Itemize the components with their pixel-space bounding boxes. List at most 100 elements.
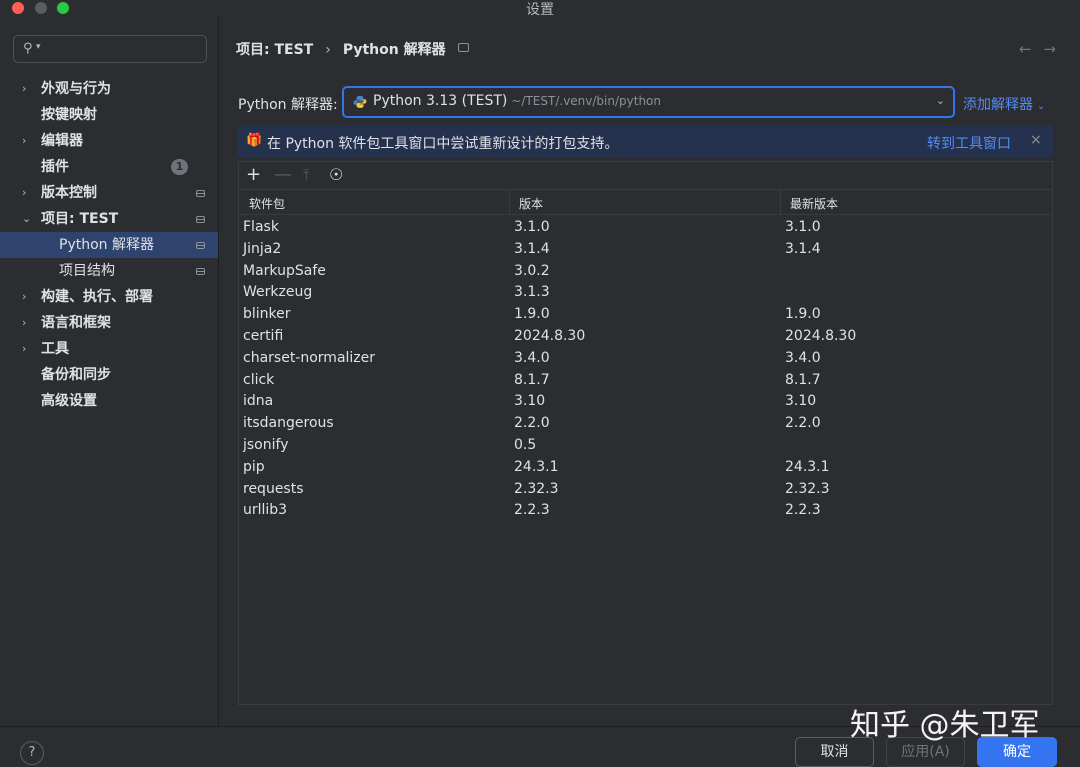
chevron-down-icon[interactable]: ⌄ <box>22 206 31 232</box>
package-latest-version: 8.1.7 <box>785 371 821 388</box>
banner-text: 在 Python 软件包工具窗口中尝试重新设计的打包支持。 <box>267 136 619 152</box>
table-row[interactable]: itsdangerous 2.2.0 2.2.0 <box>239 412 1052 434</box>
interpreter-label: Python 解释器: <box>238 97 338 113</box>
table-row[interactable]: click 8.1.7 8.1.7 <box>239 369 1052 391</box>
breadcrumb: 项目: TEST › Python 解释器 <box>236 39 469 59</box>
close-icon[interactable]: × <box>1030 132 1042 148</box>
sidebar-item-backup-sync[interactable]: 备份和同步 <box>0 362 218 388</box>
chevron-right-icon[interactable]: › <box>22 336 26 362</box>
package-name: Jinja2 <box>243 240 282 257</box>
add-interpreter-button[interactable]: 添加解释器 ⌄ <box>963 94 1045 114</box>
sidebar-item-label: 高级设置 <box>41 393 97 409</box>
package-latest-version: 24.3.1 <box>785 458 830 475</box>
sidebar-item-label: Python 解释器 <box>59 237 154 253</box>
chevron-right-icon[interactable]: › <box>22 310 26 336</box>
sidebar-item-tools[interactable]: › 工具 <box>0 336 218 362</box>
table-row[interactable]: MarkupSafe 3.0.2 <box>239 260 1052 282</box>
chevron-right-icon[interactable]: › <box>22 180 26 206</box>
package-name: idna <box>243 393 274 410</box>
chevron-right-icon[interactable]: › <box>22 76 26 102</box>
help-button[interactable]: ? <box>20 741 44 765</box>
chevron-right-icon[interactable]: › <box>22 128 26 154</box>
search-icon: ⚲ <box>23 41 33 56</box>
project-scope-icon <box>457 43 469 52</box>
package-name: itsdangerous <box>243 415 334 432</box>
sidebar-item-project[interactable]: ⌄ 项目: TEST <box>0 206 218 232</box>
package-name: pip <box>243 458 265 475</box>
package-latest-version: 3.4.0 <box>785 349 821 366</box>
column-header-package[interactable]: 软件包 <box>249 195 285 212</box>
package-latest-version: 2024.8.30 <box>785 327 857 344</box>
package-latest-version: 2.2.0 <box>785 415 821 432</box>
sidebar-item-project-structure[interactable]: 项目结构 <box>0 258 218 284</box>
packages-table: + — ⤒ ☉ 软件包 版本 最新版本 Flask 3.1.0 3.1.0 Jinj… <box>238 161 1053 705</box>
package-name: click <box>243 371 275 388</box>
breadcrumb-parent[interactable]: 项目: TEST <box>236 42 313 58</box>
settings-search-input[interactable]: ⚲ ▾ <box>13 35 207 63</box>
sidebar-item-label: 项目: TEST <box>41 211 119 227</box>
package-latest-version: 2.2.3 <box>785 502 821 519</box>
table-row[interactable]: requests 2.32.3 2.32.3 <box>239 478 1052 500</box>
go-to-tool-window-link[interactable]: 转到工具窗口 <box>927 133 1011 153</box>
package-version: 2.2.3 <box>514 502 550 519</box>
package-version: 2.2.0 <box>514 415 550 432</box>
chevron-down-icon: ⌄ <box>1037 101 1046 112</box>
sidebar-item-build[interactable]: › 构建、执行、部署 <box>0 284 218 310</box>
table-row[interactable]: urllib3 2.2.3 2.2.3 <box>239 499 1052 521</box>
column-divider[interactable] <box>780 190 781 214</box>
sidebar-item-label: 插件 <box>41 159 69 175</box>
package-version: 2.32.3 <box>514 480 559 497</box>
column-header-latest-version[interactable]: 最新版本 <box>790 195 838 212</box>
sidebar-item-keymap[interactable]: 按键映射 <box>0 102 218 128</box>
sidebar-item-plugins[interactable]: 插件 1 <box>0 154 218 180</box>
package-version: 2024.8.30 <box>514 327 586 344</box>
packages-toolbar: + — ⤒ ☉ <box>239 162 1052 189</box>
chevron-right-icon[interactable]: › <box>22 284 26 310</box>
table-row[interactable]: jsonify 0.5 <box>239 434 1052 456</box>
sidebar-item-label: 版本控制 <box>41 185 97 201</box>
package-name: certifi <box>243 327 284 344</box>
sidebar-item-appearance[interactable]: › 外观与行为 <box>0 76 218 102</box>
chevron-down-icon: ⌄ <box>935 94 945 107</box>
column-header-version[interactable]: 版本 <box>519 195 543 212</box>
table-row[interactable]: Flask 3.1.0 3.1.0 <box>239 216 1052 238</box>
forward-arrow-icon[interactable]: → <box>1043 40 1068 58</box>
package-version: 1.9.0 <box>514 306 550 323</box>
column-divider[interactable] <box>509 190 510 214</box>
sidebar-item-advanced[interactable]: 高级设置 <box>0 388 218 414</box>
table-row[interactable]: idna 3.10 3.10 <box>239 390 1052 412</box>
package-name: Flask <box>243 219 279 235</box>
table-header: 软件包 版本 最新版本 <box>239 189 1052 215</box>
sidebar-item-languages[interactable]: › 语言和框架 <box>0 310 218 336</box>
table-row[interactable]: Werkzeug 3.1.3 <box>239 281 1052 303</box>
package-version: 24.3.1 <box>514 458 559 475</box>
sidebar-item-python-interpreter[interactable]: Python 解释器 <box>0 232 218 258</box>
package-name: blinker <box>243 306 291 323</box>
sidebar-item-label: 构建、执行、部署 <box>41 289 153 305</box>
sidebar-item-label: 备份和同步 <box>41 367 111 383</box>
table-body: Flask 3.1.0 3.1.0 Jinja2 3.1.4 3.1.4 MarkupS… <box>239 216 1052 521</box>
table-row[interactable]: charset-normalizer 3.4.0 3.4.0 <box>239 347 1052 369</box>
settings-content: 项目: TEST › Python 解释器 ←→ Python 解释器: Pytho… <box>219 16 1080 726</box>
sidebar-item-editor[interactable]: › 编辑器 <box>0 128 218 154</box>
package-name: charset-normalizer <box>243 349 376 366</box>
back-arrow-icon[interactable]: ← <box>1019 40 1044 58</box>
zhihu-watermark: 知乎 @朱卫军 <box>850 708 1040 743</box>
remove-package-icon[interactable]: — <box>274 164 292 185</box>
add-package-icon[interactable]: + <box>246 164 261 185</box>
table-row[interactable]: certifi 2024.8.30 2024.8.30 <box>239 325 1052 347</box>
package-version: 8.1.7 <box>514 371 550 388</box>
sidebar-item-version-control[interactable]: › 版本控制 <box>0 180 218 206</box>
interpreter-select[interactable]: Python 3.13 (TEST) ~/TEST/.venv/bin/pytho… <box>342 86 955 118</box>
package-latest-version: 3.1.4 <box>785 240 821 257</box>
upgrade-package-icon[interactable]: ⤒ <box>303 166 310 184</box>
project-scope-icon <box>196 190 205 197</box>
package-version: 3.4.0 <box>514 349 550 366</box>
update-count-badge: 1 <box>171 159 188 175</box>
sidebar-item-label: 按键映射 <box>41 107 97 123</box>
table-row[interactable]: pip 24.3.1 24.3.1 <box>239 456 1052 478</box>
interpreter-name: Python 3.13 (TEST) <box>373 93 508 109</box>
table-row[interactable]: Jinja2 3.1.4 3.1.4 <box>239 238 1052 260</box>
table-row[interactable]: blinker 1.9.0 1.9.0 <box>239 303 1052 325</box>
eye-icon[interactable]: ☉ <box>329 165 343 184</box>
